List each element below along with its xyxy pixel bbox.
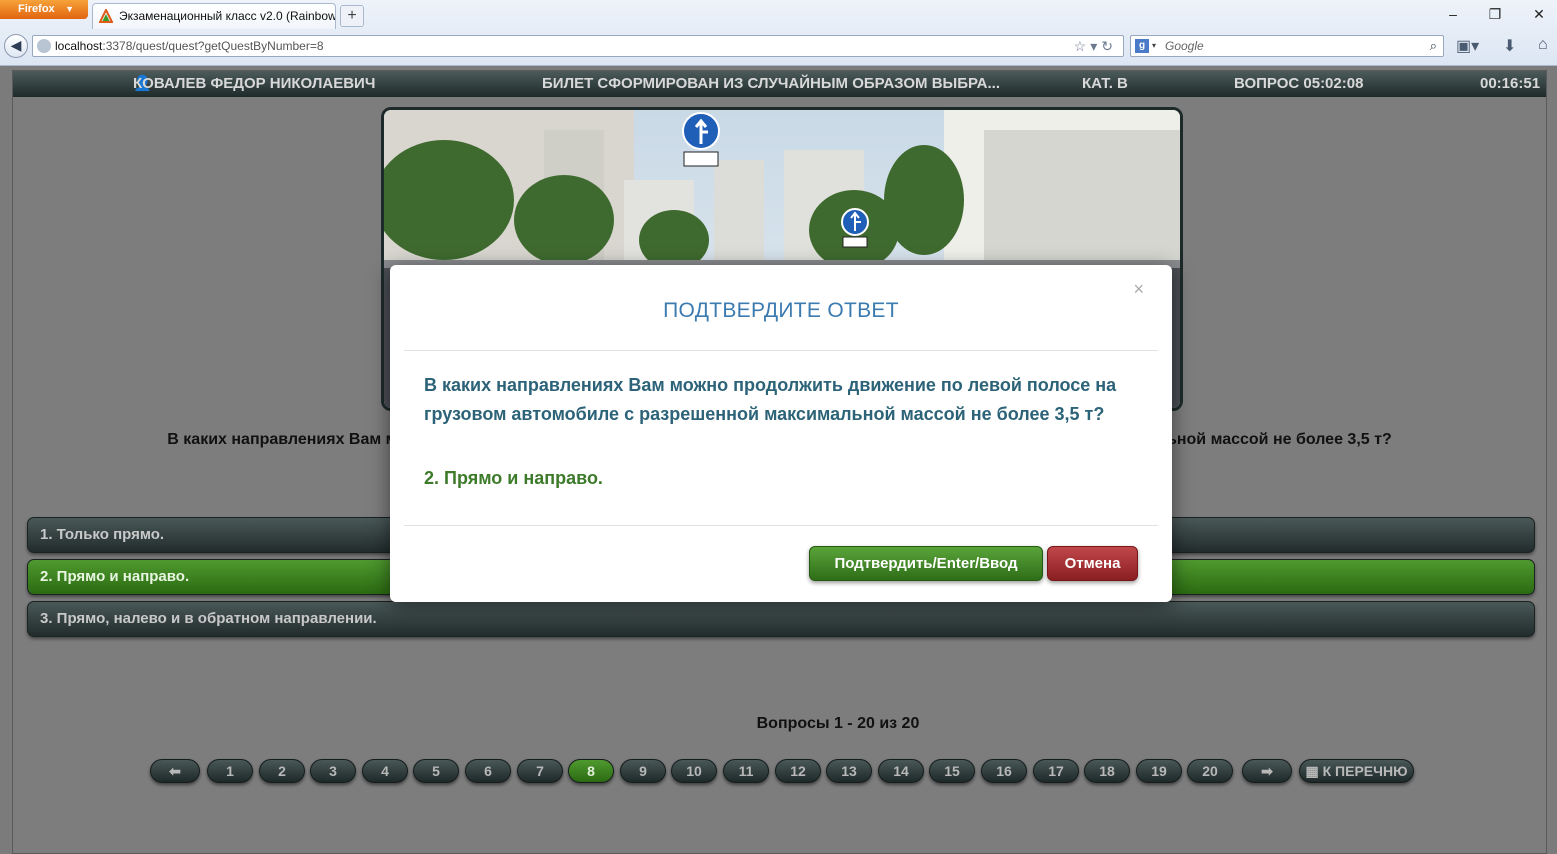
confirm-button[interactable]: Подтвердить/Enter/Ввод [809,546,1043,581]
chevron-down-icon[interactable]: ▾ [1152,36,1156,56]
rainbow-favicon-icon [99,9,113,23]
reload-icon[interactable]: ↻ [1101,38,1117,54]
close-icon[interactable]: × [1133,279,1144,300]
google-icon: g [1135,39,1149,53]
chevron-down-icon: ▼ [65,4,74,14]
confirm-answer-dialog: × ПОДТВЕРДИТЕ ОТВЕТ В каких направлениях… [390,265,1172,602]
divider [404,525,1158,526]
search-placeholder: Google [1165,39,1204,53]
home-icon[interactable]: ⌂ [1538,36,1548,54]
restore-icon[interactable]: ❐ [1482,4,1508,24]
dialog-question: В каких направлениях Вам можно продолжит… [424,375,1117,424]
divider [404,350,1158,351]
firefox-menu-label: Firefox [18,3,55,15]
cancel-button[interactable]: Отмена [1047,546,1138,581]
url-bar-icons: ☆▾↻ [1074,36,1117,56]
site-identity-icon [37,39,51,53]
new-tab-button[interactable]: + [340,5,364,27]
dropdown-icon[interactable]: ▾ [1090,38,1101,54]
browser-chrome: Firefox ▼ Экзаменационный класс v2.0 (Rai… [0,0,1557,66]
minimize-icon[interactable]: – [1440,4,1466,24]
dialog-title: ПОДТВЕРДИТЕ ОТВЕТ [663,299,899,322]
search-icon[interactable]: ⌕ [1430,36,1437,56]
url-path: :3378/quest/quest?getQuestByNumber=8 [102,39,324,53]
arrow-left-icon: ◀ [10,37,22,53]
bookmark-star-icon[interactable]: ☆ [1074,38,1091,54]
tab-title: Экзаменационный класс v2.0 (Rainbow... [119,9,336,23]
search-bar[interactable]: g ▾ Google ⌕ [1130,35,1444,57]
dialog-selected-answer: 2. Прямо и направо. [424,468,603,488]
bookmarks-icon[interactable]: ▣▾ [1456,36,1479,56]
back-button[interactable]: ◀ [4,34,28,58]
firefox-menu-button[interactable]: Firefox ▼ [0,0,88,19]
url-bar[interactable]: localhost:3378/quest/quest?getQuestByNum… [32,35,1124,57]
close-window-icon[interactable]: ✕ [1526,4,1552,24]
url-host: localhost [55,39,103,53]
browser-tab[interactable]: Экзаменационный класс v2.0 (Rainbow... [92,3,336,29]
download-icon[interactable]: ⬇ [1503,36,1516,56]
